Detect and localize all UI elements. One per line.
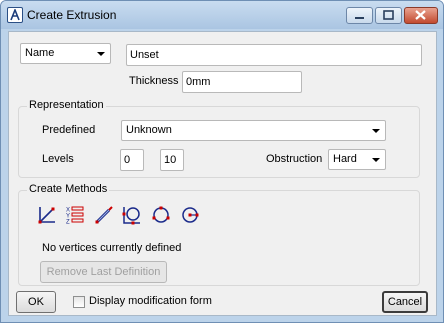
minimize-button[interactable] — [346, 7, 373, 24]
name-input[interactable]: Unset — [126, 44, 422, 66]
remove-last-definition-button[interactable]: Remove Last Definition — [40, 261, 167, 283]
levels-from-input[interactable]: 0 — [120, 149, 144, 171]
thickness-label: Thickness — [129, 75, 179, 87]
circle-tangent-icon[interactable] — [122, 205, 142, 225]
representation-group-title: Representation — [27, 99, 106, 111]
chevron-down-icon — [97, 52, 105, 56]
thickness-input[interactable]: 0mm — [182, 71, 302, 93]
create-methods-group-title: Create Methods — [27, 183, 110, 195]
levels-label: Levels — [42, 153, 74, 165]
display-modification-label: Display modification form — [89, 295, 212, 307]
xyz-coordinates-icon[interactable]: X Y Z — [65, 205, 85, 225]
predefined-value: Unknown — [126, 124, 172, 136]
cancel-button[interactable]: Cancel — [382, 291, 428, 313]
predefined-label: Predefined — [42, 124, 96, 136]
obstruction-dropdown[interactable]: Hard — [328, 149, 386, 170]
levels-to-input[interactable]: 10 — [160, 149, 184, 171]
pencil-draw-icon[interactable] — [94, 205, 114, 225]
obstruction-label: Obstruction — [266, 153, 323, 165]
maximize-icon — [383, 10, 394, 20]
minimize-icon — [355, 17, 364, 19]
name-dropdown-value: Name — [25, 47, 55, 59]
close-icon — [415, 10, 426, 20]
predefined-dropdown[interactable]: Unknown — [121, 120, 386, 141]
create-extrusion-window: Create Extrusion Name Unset Thickness 0m… — [0, 0, 444, 323]
window-title: Create Extrusion — [27, 8, 117, 22]
obstruction-value: Hard — [333, 153, 357, 165]
ok-button[interactable]: OK — [16, 291, 56, 313]
chevron-down-icon — [372, 129, 380, 133]
circle-three-point-icon[interactable] — [151, 205, 171, 225]
name-dropdown[interactable]: Name — [20, 43, 111, 64]
svg-text:Z: Z — [66, 220, 70, 226]
title-bar[interactable]: Create Extrusion — [1, 1, 443, 29]
vertices-status-text: No vertices currently defined — [42, 242, 182, 254]
dialog-body: Name Unset Thickness 0mm Representation … — [8, 31, 437, 316]
maximize-button[interactable] — [375, 7, 402, 24]
display-modification-checkbox[interactable] — [73, 296, 85, 308]
line-draw-icon[interactable] — [37, 205, 57, 225]
circle-center-radius-icon[interactable] — [180, 205, 200, 225]
close-button[interactable] — [404, 7, 438, 24]
app-icon — [7, 7, 23, 23]
chevron-down-icon — [372, 158, 380, 162]
